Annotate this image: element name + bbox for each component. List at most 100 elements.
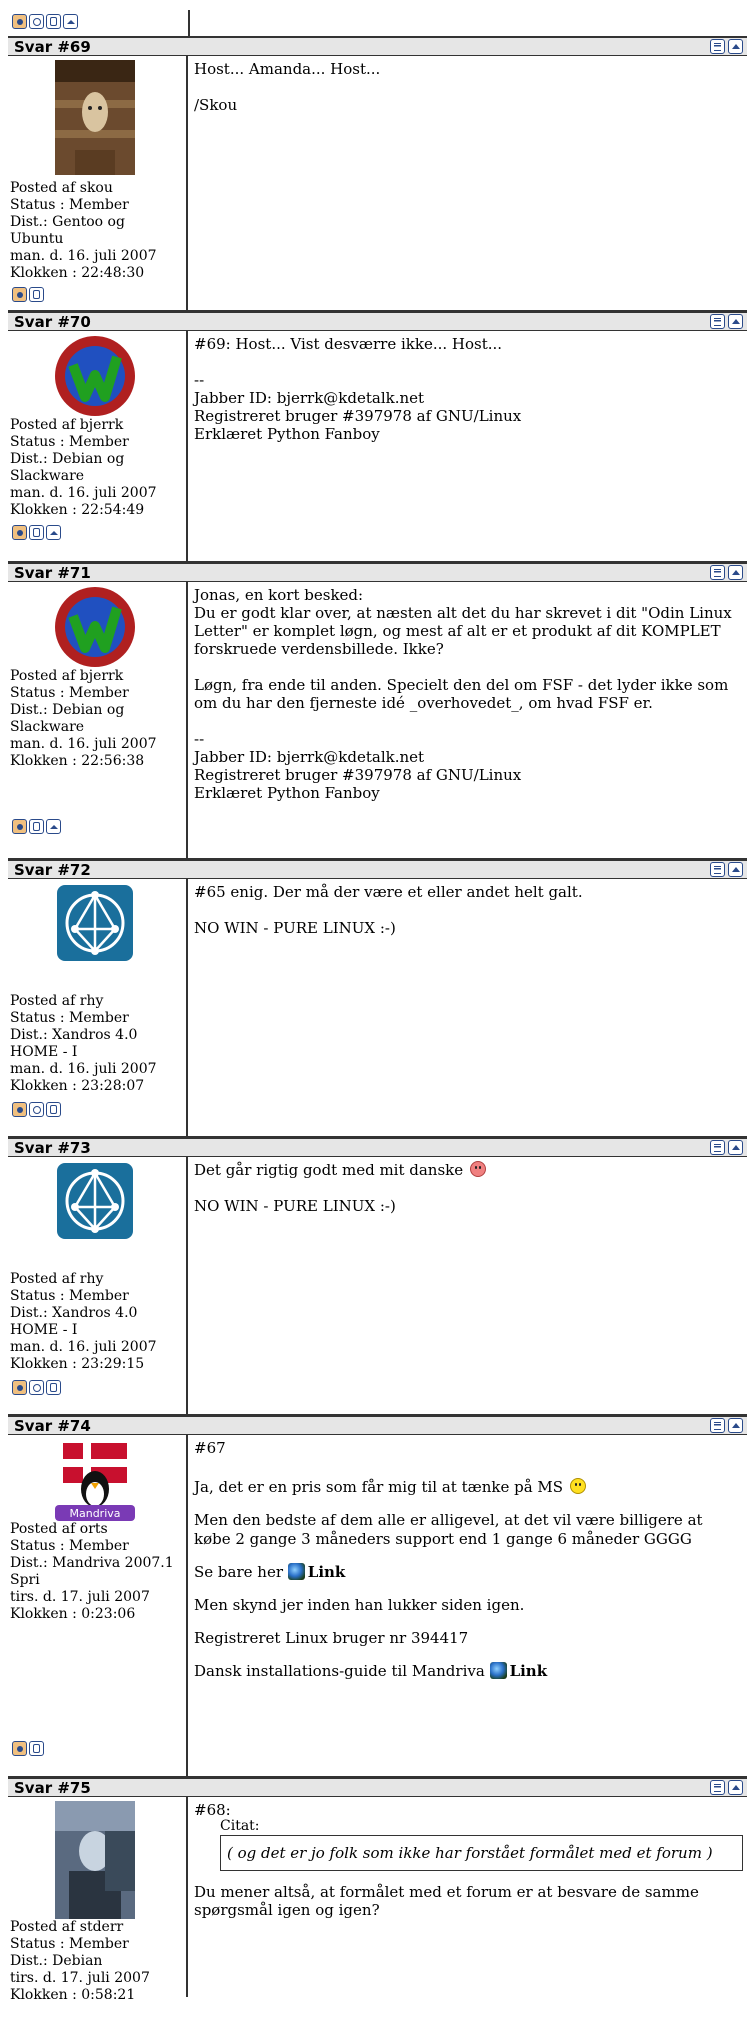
post-header: Svar #74: [8, 1415, 747, 1435]
author-status: Status : Member: [10, 197, 129, 213]
avatar: [55, 586, 135, 668]
post-number: Svar #75: [14, 1779, 91, 1797]
quote-list-icon[interactable]: [710, 39, 725, 54]
post-number: Svar #69: [14, 38, 91, 56]
forum-thread: Svar #69 Posted af skou Status: Member …: [8, 0, 747, 2003]
author-panel: Mandriva Posted af orts Status : Member …: [8, 1435, 188, 1776]
post: Svar #70 Posted af bjerrk Status : Membe…: [8, 311, 747, 562]
signature: -- Jabber ID: bjerrk@kdetalk.net Registr…: [194, 371, 522, 443]
post-date: tirs. d. 17. juli 2007: [10, 1589, 150, 1605]
link[interactable]: Link: [510, 1662, 548, 1680]
profile-icon[interactable]: [12, 287, 27, 302]
avatar: [55, 335, 135, 417]
author-name[interactable]: Posted af orts: [10, 1521, 174, 1538]
author-info: Posted af stderr Status : Member Dist.: …: [10, 1919, 150, 2004]
author-panel: Posted af stderr Status : Member Dist.: …: [8, 1797, 188, 2003]
avatar: [55, 1161, 135, 1241]
post: Svar #69 Posted af skou Status: Member …: [8, 36, 747, 311]
home-icon[interactable]: [46, 525, 61, 540]
user-icons: [12, 14, 78, 29]
author-name[interactable]: Posted af stderr: [10, 1919, 150, 1936]
message-icon[interactable]: [46, 1102, 61, 1117]
post-header: Svar #69: [8, 36, 747, 56]
scroll-up-icon[interactable]: [728, 1780, 743, 1795]
author-status: Status : Member: [10, 434, 129, 450]
author-panel: Posted af skou Status : Member Dist.: Ge…: [8, 56, 188, 310]
author-name[interactable]: Posted af rhy: [10, 993, 157, 1010]
scroll-up-icon[interactable]: [728, 862, 743, 877]
home-icon[interactable]: [46, 819, 61, 834]
quote-list-icon[interactable]: [710, 565, 725, 580]
post-content: #68: Citat: ( og det er jo folk som ikke…: [190, 1797, 747, 1997]
user-icons: [12, 819, 61, 834]
post-content: Host... Amanda... Host... /Skou: [194, 60, 381, 114]
author-panel: Posted af rhy Status : Member Dist.: Xan…: [8, 1157, 188, 1414]
profile-icon[interactable]: [12, 1380, 27, 1395]
scroll-up-icon[interactable]: [728, 1140, 743, 1155]
post-date: man. d. 16. juli 2007: [10, 485, 157, 501]
scroll-up-icon[interactable]: [728, 314, 743, 329]
post: Svar #73 Posted af rhy Status: Member D…: [8, 1137, 747, 1415]
post-body: Posted af bjerrk Status : Member Dist.: …: [8, 331, 747, 562]
scroll-up-icon[interactable]: [728, 1418, 743, 1433]
post-time: Klokken : 23:28:07: [10, 1078, 145, 1094]
author-status: Status : Member: [10, 1010, 129, 1026]
post-number: Svar #71: [14, 564, 91, 582]
message-icon[interactable]: [46, 14, 61, 29]
profile-icon[interactable]: [12, 525, 27, 540]
quote-list-icon[interactable]: [710, 314, 725, 329]
author-info: Posted af orts Status : Member Dist.: Ma…: [10, 1521, 174, 1622]
post-date: man. d. 16. juli 2007: [10, 736, 157, 752]
user-icons: [12, 1102, 61, 1117]
user-icons: [12, 1380, 61, 1395]
avatar: [55, 1801, 135, 1919]
author-name[interactable]: Posted af bjerrk: [10, 668, 157, 685]
author-status: Status : Member: [10, 1288, 129, 1304]
quote-list-icon[interactable]: [710, 1418, 725, 1433]
author-name[interactable]: Posted af bjerrk: [10, 417, 157, 434]
author-dist: Dist.: Debian og: [10, 451, 125, 467]
message-icon[interactable]: [29, 525, 44, 540]
author-name[interactable]: Posted af rhy: [10, 1271, 157, 1288]
post-body: Posted af bjerrk Status : Member Dist.: …: [8, 582, 747, 859]
user-icons: [12, 525, 61, 540]
post: Svar #74 Mandriva Posted af orts Status …: [8, 1415, 747, 1777]
quote-list-icon[interactable]: [710, 862, 725, 877]
message-icon[interactable]: [29, 287, 44, 302]
author-dist: Dist.: Mandriva 2007.1: [10, 1555, 174, 1571]
post-time: Klokken : 22:54:49: [10, 502, 145, 518]
quote-box: ( og det er jo folk som ikke har forståe…: [220, 1835, 743, 1871]
post-time: Klokken : 0:23:06: [10, 1606, 136, 1622]
profile-icon[interactable]: [12, 1741, 27, 1756]
post-time: Klokken : 22:48:30: [10, 265, 145, 281]
author-status: Status : Member: [10, 1936, 129, 1952]
profile-icon[interactable]: [12, 819, 27, 834]
post-number: Svar #73: [14, 1139, 91, 1157]
profile-icon[interactable]: [12, 1102, 27, 1117]
post-date: man. d. 16. juli 2007: [10, 1339, 157, 1355]
quote-list-icon[interactable]: [710, 1140, 725, 1155]
link[interactable]: Link: [308, 1563, 346, 1581]
website-icon[interactable]: [29, 1380, 44, 1395]
scroll-up-icon[interactable]: [728, 565, 743, 580]
post: Svar #75 Posted af stderr Status: Membe…: [8, 1777, 747, 2003]
home-icon[interactable]: [63, 14, 78, 29]
scroll-up-icon[interactable]: [728, 39, 743, 54]
post-body: Posted af rhy Status : Member Dist.: Xan…: [8, 1157, 747, 1415]
profile-icon[interactable]: [12, 14, 27, 29]
globe-link-icon: [287, 1563, 305, 1580]
message-icon[interactable]: [29, 819, 44, 834]
quote-list-icon[interactable]: [710, 1780, 725, 1795]
message-icon[interactable]: [29, 1741, 44, 1756]
happy-smiley-icon: [569, 1478, 586, 1494]
post-time: Klokken : 22:56:38: [10, 753, 145, 769]
post-content: #67 Ja, det er en pris som får mig til a…: [194, 1439, 703, 1680]
post-header: Svar #70: [8, 311, 747, 331]
website-icon[interactable]: [29, 1102, 44, 1117]
website-icon[interactable]: [29, 14, 44, 29]
avatar: [55, 883, 135, 963]
post-number: Svar #70: [14, 313, 91, 331]
author-name[interactable]: Posted af skou: [10, 180, 157, 197]
post-header: Svar #71: [8, 562, 747, 582]
message-icon[interactable]: [46, 1380, 61, 1395]
